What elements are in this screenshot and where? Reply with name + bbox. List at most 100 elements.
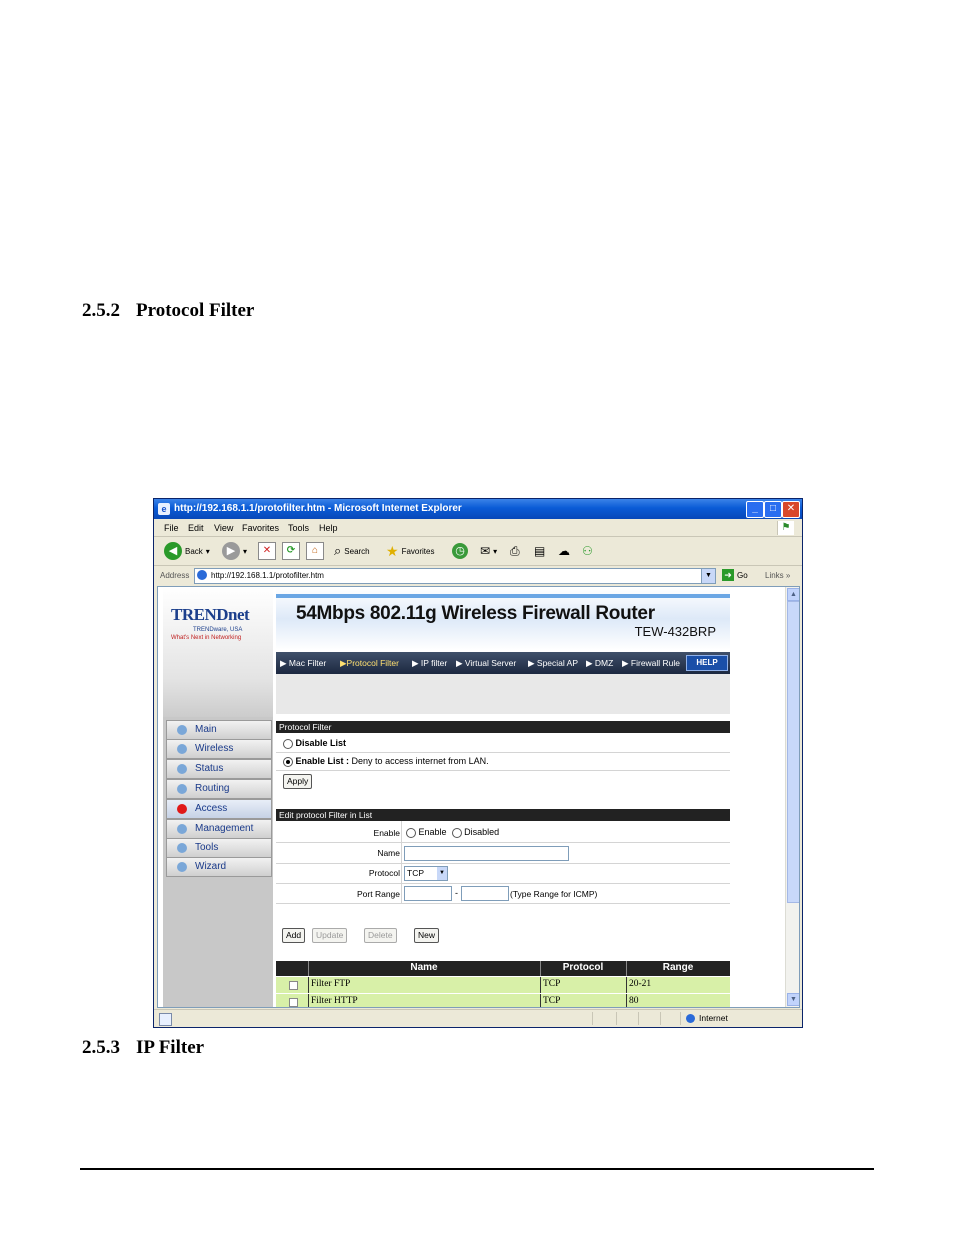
subnav-firewall-rule[interactable]: ▶ Firewall Rule: [622, 658, 680, 669]
enable-label: Enable: [373, 828, 400, 838]
subnav-ip-filter[interactable]: ▶ IP filter: [412, 658, 447, 669]
enable-list-option[interactable]: Enable List : Deny to access internet fr…: [283, 756, 489, 767]
close-button[interactable]: ✕: [782, 501, 800, 518]
vertical-scrollbar[interactable]: ▲ ▼: [785, 587, 799, 1007]
help-button[interactable]: HELP: [686, 655, 728, 671]
name-label: Name: [377, 848, 400, 858]
disable-list-option[interactable]: Disable List: [283, 738, 346, 749]
back-button[interactable]: ◀ Back ▾: [164, 541, 210, 561]
bullet-icon: [177, 862, 187, 872]
nav-item-status[interactable]: Status: [166, 759, 272, 779]
discuss-icon: ☁: [558, 544, 570, 558]
banner-model: TEW-432BRP: [634, 624, 716, 639]
add-button[interactable]: Add: [282, 928, 306, 943]
toolbar: ◀ Back ▾ ▶ ▾ ✕ ⟳ ⌂ ⌕ Search ★ Favorites …: [154, 537, 802, 566]
nav-item-main[interactable]: Main: [166, 720, 272, 740]
status-divider: [592, 1012, 593, 1025]
refresh-button[interactable]: ⟳: [282, 541, 300, 561]
mail-icon: ✉: [480, 544, 491, 558]
messenger-button[interactable]: ⚇: [582, 541, 593, 561]
column-divider: [626, 994, 627, 1007]
printer-icon: ⎙: [510, 543, 520, 558]
menu-edit[interactable]: Edit: [188, 523, 204, 533]
security-zone: Internet: [686, 1013, 728, 1023]
forward-button[interactable]: ▶ ▾: [222, 541, 247, 561]
windows-flag-icon: ⚑: [777, 521, 794, 535]
name-input[interactable]: [404, 846, 569, 861]
history-icon: ◷: [452, 543, 468, 559]
menu-view[interactable]: View: [214, 523, 233, 533]
nav-item-routing[interactable]: Routing: [166, 779, 272, 799]
history-button[interactable]: ◷: [452, 541, 468, 561]
address-input[interactable]: http://192.168.1.1/protofilter.htm ▼: [194, 568, 716, 584]
nav-item-access[interactable]: Access: [166, 799, 272, 819]
protocol-select[interactable]: TCP ▼: [404, 866, 448, 881]
go-arrow-icon: ➜: [722, 569, 734, 581]
disabled-radio[interactable]: [451, 827, 462, 838]
menu-tools[interactable]: Tools: [288, 523, 309, 533]
home-button[interactable]: ⌂: [306, 541, 324, 561]
column-divider: [626, 977, 627, 993]
scroll-thumb[interactable]: [787, 601, 799, 903]
content-spacer: [276, 674, 730, 714]
cell-name: Filter HTTP: [311, 996, 358, 1006]
edit-button[interactable]: ▤: [534, 541, 545, 561]
port-start-input[interactable]: [404, 886, 452, 901]
nav-item-tools[interactable]: Tools: [166, 838, 272, 858]
delete-button[interactable]: Delete: [364, 928, 397, 943]
logo-area: TRENDnet TRENDware, USA What's Next in N…: [163, 587, 273, 717]
links-button[interactable]: Links »: [765, 571, 790, 580]
scroll-up-icon[interactable]: ▲: [787, 588, 799, 601]
browser-window: e http://192.168.1.1/protofilter.htm - M…: [153, 498, 803, 1028]
new-button[interactable]: New: [414, 928, 440, 943]
subnav-protocol-filter[interactable]: ▶Protocol Filter: [340, 658, 399, 669]
nav-item-wireless[interactable]: Wireless: [166, 739, 272, 759]
favorites-button[interactable]: ★ Favorites: [386, 541, 434, 561]
subnav-dmz[interactable]: ▶ DMZ: [586, 658, 613, 669]
column-name: Name: [410, 962, 438, 973]
banner-band: [276, 594, 730, 598]
column-divider: [308, 977, 309, 993]
nav-item-wizard[interactable]: Wizard: [166, 857, 272, 877]
scroll-down-icon[interactable]: ▼: [787, 993, 799, 1006]
table-row: Filter FTP TCP 20-21: [276, 977, 730, 993]
search-icon: ⌕: [334, 543, 342, 558]
print-button[interactable]: ⎙: [510, 541, 520, 561]
discuss-button[interactable]: ☁: [558, 541, 570, 561]
go-button[interactable]: ➜ Go: [722, 569, 748, 581]
menu-favorites[interactable]: Favorites: [242, 523, 279, 533]
trendnet-logo: TRENDnet: [171, 605, 250, 624]
mail-button[interactable]: ✉ ▾: [480, 541, 497, 561]
cell-range: 20-21: [629, 979, 652, 989]
section-heading-protocol-filter: 2.5.2 Protocol Filter: [82, 300, 255, 321]
menu-file[interactable]: File: [164, 523, 179, 533]
forward-arrow-icon: ▶: [222, 542, 240, 560]
minimize-button[interactable]: _: [746, 501, 764, 518]
enable-radio-group: Enable Disabled: [406, 827, 499, 838]
address-dropdown-icon[interactable]: ▼: [701, 569, 715, 583]
stop-button[interactable]: ✕: [258, 541, 276, 561]
port-end-input[interactable]: [461, 886, 509, 901]
enable-radio[interactable]: [406, 827, 416, 838]
update-button[interactable]: Update: [312, 928, 348, 943]
subnav-virtual-server[interactable]: ▶ Virtual Server: [456, 658, 516, 669]
subnav-special-ap[interactable]: ▶ Special AP: [528, 658, 578, 669]
apply-button[interactable]: Apply: [283, 774, 313, 789]
menu-help[interactable]: Help: [319, 523, 338, 533]
search-button[interactable]: ⌕ Search: [334, 541, 370, 561]
page-viewport: TRENDnet TRENDware, USA What's Next in N…: [157, 586, 800, 1008]
enable-list-radio[interactable]: [283, 756, 293, 767]
maximize-button[interactable]: □: [764, 501, 782, 518]
back-arrow-icon: ◀: [164, 542, 182, 560]
disable-list-radio[interactable]: [283, 738, 293, 749]
page-status-icon: [159, 1013, 172, 1026]
row-divider: [276, 883, 730, 884]
nav-item-management[interactable]: Management: [166, 819, 272, 839]
row-checkbox[interactable]: [289, 981, 298, 990]
port-separator: -: [455, 888, 458, 898]
row-divider: [276, 752, 730, 753]
row-checkbox[interactable]: [289, 998, 298, 1007]
title-bar[interactable]: e http://192.168.1.1/protofilter.htm - M…: [154, 499, 802, 519]
subnav-mac-filter[interactable]: ▶ Mac Filter: [280, 658, 326, 669]
active-bullet-icon: [177, 804, 187, 814]
